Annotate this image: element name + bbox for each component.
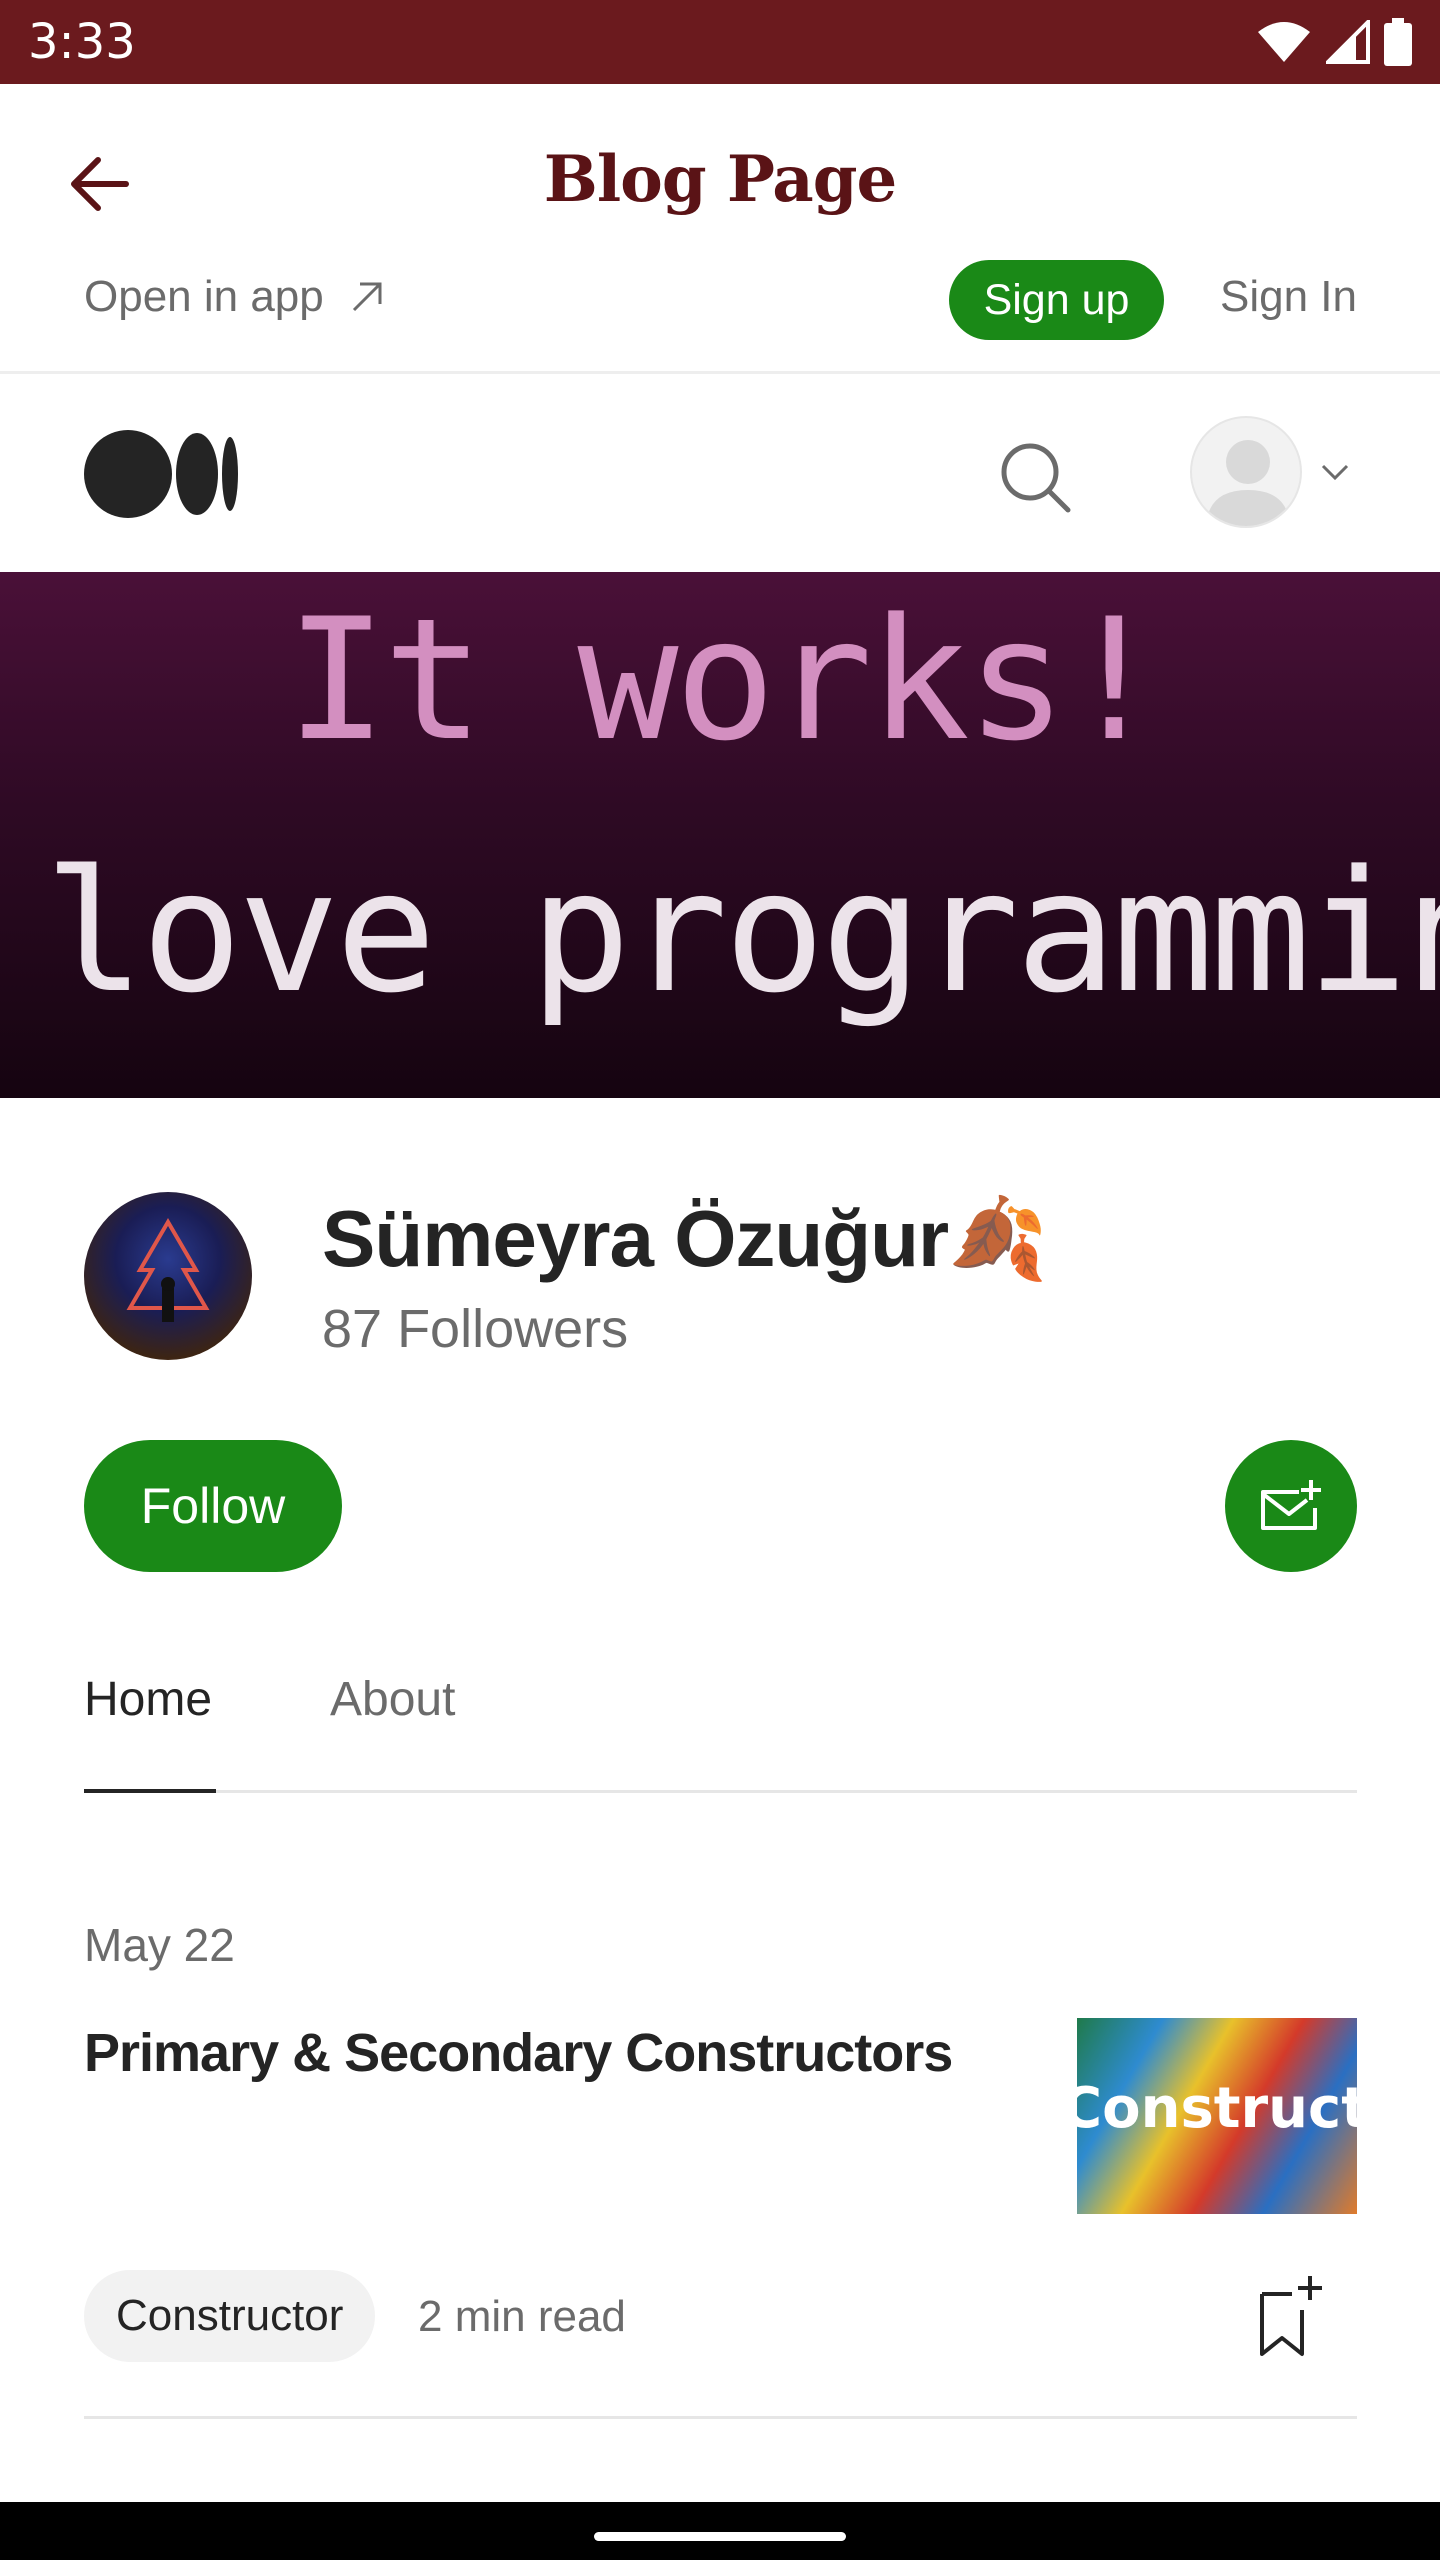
sign-up-button[interactable]: Sign up bbox=[949, 260, 1164, 340]
profile-banner-image: It works! love programming bbox=[0, 572, 1440, 1098]
article-divider bbox=[84, 2416, 1357, 2419]
post-tag[interactable]: Constructor bbox=[84, 2270, 376, 2362]
subscribe-email-button[interactable] bbox=[1225, 1440, 1357, 1572]
wifi-icon bbox=[1258, 22, 1310, 62]
author-avatar[interactable] bbox=[84, 1192, 252, 1360]
home-gesture-handle[interactable] bbox=[594, 2532, 846, 2541]
read-time: 2 min read bbox=[418, 2292, 626, 2341]
battery-icon bbox=[1384, 18, 1412, 66]
medium-logo-icon[interactable] bbox=[84, 430, 240, 518]
app-bar: Blog Page Open in app Sign up Sign In bbox=[0, 84, 1440, 374]
status-icons bbox=[1256, 18, 1412, 66]
open-in-app-link[interactable]: Open in app bbox=[84, 272, 384, 322]
site-header bbox=[0, 374, 1440, 572]
user-avatar-icon bbox=[1190, 416, 1302, 528]
active-tab-indicator bbox=[84, 1789, 216, 1793]
post-title[interactable]: Primary & Secondary Constructors bbox=[84, 2022, 1024, 2084]
open-in-app-label: Open in app bbox=[84, 272, 324, 321]
banner-line-1: It works! bbox=[286, 582, 1164, 778]
mail-plus-icon bbox=[1261, 1480, 1321, 1530]
author-name: Sümeyra Özuğur🍂 bbox=[322, 1194, 1048, 1283]
search-icon[interactable] bbox=[996, 438, 1076, 518]
banner-line-2: love programming bbox=[44, 834, 1440, 1030]
post-thumbnail[interactable]: Constructor bbox=[1077, 2018, 1357, 2214]
tab-home[interactable]: Home bbox=[84, 1672, 212, 1727]
status-bar: 3:33 bbox=[0, 0, 1440, 84]
bookmark-plus-icon[interactable] bbox=[1252, 2270, 1332, 2362]
arrow-up-right-icon bbox=[352, 282, 382, 312]
user-menu-button[interactable] bbox=[1190, 416, 1350, 528]
post-thumbnail-text: Constructor bbox=[1077, 2076, 1357, 2141]
page-title: Blog Page bbox=[543, 142, 897, 217]
followers-count[interactable]: 87 Followers bbox=[322, 1298, 628, 1360]
tab-about[interactable]: About bbox=[330, 1672, 455, 1727]
sign-in-link[interactable]: Sign In bbox=[1220, 272, 1357, 322]
status-time: 3:33 bbox=[28, 14, 136, 70]
system-navigation-bar bbox=[0, 2502, 1440, 2560]
chevron-down-icon bbox=[1321, 464, 1349, 481]
tabs-divider bbox=[84, 1790, 1357, 1793]
cell-signal-icon bbox=[1326, 20, 1370, 64]
post-date: May 22 bbox=[84, 1919, 235, 1971]
follow-button[interactable]: Follow bbox=[84, 1440, 342, 1572]
